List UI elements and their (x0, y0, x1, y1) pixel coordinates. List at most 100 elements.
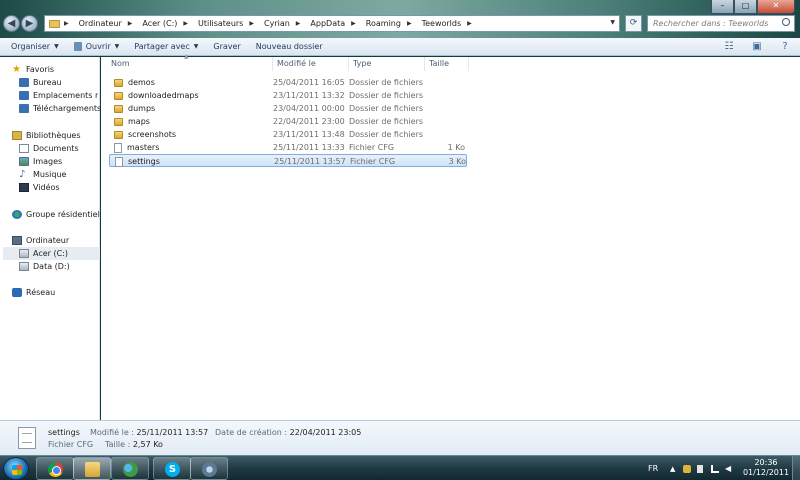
sidebar-item-recent[interactable]: Emplacements récents (19, 91, 98, 100)
file-row-selected[interactable]: settings 25/11/2011 13:57 Fichier CFG 3 … (109, 154, 467, 167)
preview-pane-icon[interactable]: ▣ (750, 41, 764, 53)
breadcrumb-separator[interactable]: ▶ (183, 20, 192, 27)
details-file-name: settings (48, 428, 80, 437)
breadcrumb-separator[interactable]: ▶ (467, 20, 476, 27)
sidebar-item-computer[interactable]: Ordinateur (12, 236, 109, 245)
search-input[interactable]: Rechercher dans : Teeworlds (647, 15, 795, 32)
address-bar[interactable]: ▶ Ordinateur ▶ Acer (C:) ▶ Utilisateurs … (44, 15, 620, 32)
volume-icon[interactable]: ◀ (725, 465, 733, 473)
breadcrumb-separator[interactable]: ▶ (296, 20, 305, 27)
language-indicator[interactable]: FR (648, 464, 658, 473)
breadcrumb-separator[interactable]: ▶ (249, 20, 258, 27)
file-name: demos (128, 78, 155, 87)
chevron-right-icon: ▶ (467, 20, 472, 27)
music-icon: ♪ (19, 170, 26, 179)
breadcrumb-separator[interactable]: ▶ (407, 20, 416, 27)
chevron-up-icon[interactable]: ▲ (670, 465, 678, 473)
file-row[interactable]: maps 22/04/2011 23:00 Dossier de fichier… (109, 115, 467, 128)
file-row[interactable]: screenshots 23/11/2011 13:48 Dossier de … (109, 128, 467, 141)
breadcrumb-item[interactable]: Ordinateur (79, 19, 122, 28)
taskbar-skype[interactable]: S (153, 457, 191, 480)
file-modified: 22/04/2011 23:00 (273, 117, 345, 126)
taskbar-explorer[interactable] (73, 457, 111, 480)
refresh-button[interactable]: ⟳ (625, 15, 642, 32)
details-size-label: Taille : (105, 440, 131, 449)
open-label: Ouvrir (85, 42, 111, 51)
sidebar-item-homegroup[interactable]: Groupe résidentiel (12, 210, 109, 219)
back-button[interactable]: ◀ (3, 15, 20, 32)
network-status-icon[interactable] (711, 465, 719, 473)
burn-button[interactable]: Graver (213, 42, 240, 51)
taskbar-chrome[interactable] (36, 457, 74, 480)
breadcrumb-item[interactable]: Cyrian (264, 19, 290, 28)
config-file-icon (114, 142, 122, 153)
breadcrumb-item[interactable]: Utilisateurs (198, 19, 243, 28)
window-controls: – □ ✕ (711, 0, 795, 14)
file-name: downloadedmaps (128, 91, 199, 100)
sidebar-label: Bibliothèques (26, 131, 81, 140)
open-button[interactable]: Ouvrir ▼ (73, 42, 119, 51)
sidebar-item-network[interactable]: Réseau (12, 288, 109, 297)
file-row[interactable]: dumps 23/04/2011 00:00 Dossier de fichie… (109, 102, 467, 115)
sidebar-item-favorites[interactable]: ★ Favoris (12, 65, 109, 74)
file-row[interactable]: demos 25/04/2011 16:05 Dossier de fichie… (109, 76, 467, 89)
column-header-type[interactable]: Type (349, 57, 425, 71)
column-header-size[interactable]: Taille (425, 57, 469, 71)
file-type: Fichier CFG (349, 143, 395, 152)
breadcrumb-item[interactable]: AppData (310, 19, 345, 28)
column-header-name[interactable]: Nom (107, 57, 273, 71)
minimize-button[interactable]: – (711, 0, 734, 14)
organize-button[interactable]: Organiser ▼ (11, 42, 59, 51)
file-modified: 23/11/2011 13:32 (273, 91, 345, 100)
maximize-button[interactable]: □ (734, 0, 757, 14)
folder-icon (114, 78, 123, 87)
sidebar-label: Documents (33, 144, 79, 153)
chevron-down-icon[interactable]: ▼ (610, 19, 615, 26)
column-header-modified[interactable]: Modifié le (273, 57, 349, 71)
chevron-down-icon: ▼ (54, 43, 59, 50)
library-icon (12, 131, 22, 140)
file-modified: 25/04/2011 16:05 (273, 78, 345, 87)
desktop-icon (19, 78, 29, 87)
title-bar: ◀ ▶ ▶ Ordinateur ▶ Acer (C:) ▶ Utilisate… (0, 0, 800, 38)
breadcrumb-item[interactable]: Roaming (366, 19, 401, 28)
details-modified: Modifié le : 25/11/2011 13:57 (90, 428, 208, 437)
sidebar-item-drive-c[interactable]: Acer (C:) (3, 247, 100, 260)
new-folder-button[interactable]: Nouveau dossier (256, 42, 323, 51)
start-button[interactable] (3, 457, 29, 480)
flag-icon[interactable] (697, 465, 703, 473)
breadcrumb-item[interactable]: Teeworlds (422, 19, 462, 28)
breadcrumb-item[interactable]: Acer (C:) (142, 19, 177, 28)
taskbar-app[interactable] (190, 457, 228, 480)
breadcrumb-separator[interactable]: ▶ (128, 20, 137, 27)
share-label: Partager avec (134, 42, 190, 51)
file-row[interactable]: masters 25/11/2011 13:33 Fichier CFG 1 K… (109, 141, 467, 154)
folder-icon (114, 130, 123, 139)
view-options-icon[interactable]: ☷ (722, 41, 736, 53)
file-name-cell: maps (114, 115, 150, 128)
file-list: ▲ Nom Modifié le Type Taille demos 25/04… (101, 53, 800, 420)
show-desktop-button[interactable] (792, 456, 800, 480)
details-created: Date de création : 22/04/2011 23:05 (215, 428, 361, 437)
forward-button[interactable]: ▶ (21, 15, 38, 32)
file-row[interactable]: downloadedmaps 23/11/2011 13:32 Dossier … (109, 89, 467, 102)
chevron-down-icon: ▼ (193, 43, 199, 50)
breadcrumb-separator[interactable]: ▶ (64, 20, 73, 27)
organize-label: Organiser (11, 42, 51, 51)
breadcrumb-separator[interactable]: ▶ (351, 20, 360, 27)
file-name: maps (128, 117, 150, 126)
help-icon[interactable]: ? (778, 41, 792, 53)
clock[interactable]: 20:36 01/12/2011 (740, 458, 792, 478)
computer-icon (12, 236, 22, 245)
tray-app-icon[interactable] (683, 465, 691, 473)
sidebar-label: Musique (33, 170, 67, 179)
taskbar-people[interactable] (111, 457, 149, 480)
close-button[interactable]: ✕ (757, 0, 795, 14)
file-type: Dossier de fichiers (349, 117, 424, 126)
config-file-icon (18, 427, 36, 449)
share-button[interactable]: Partager avec ▼ (134, 42, 198, 51)
explorer-icon (85, 462, 100, 477)
file-name: screenshots (128, 130, 177, 139)
sidebar-item-libraries[interactable]: Bibliothèques (12, 131, 109, 140)
sidebar-label: Images (33, 157, 63, 166)
